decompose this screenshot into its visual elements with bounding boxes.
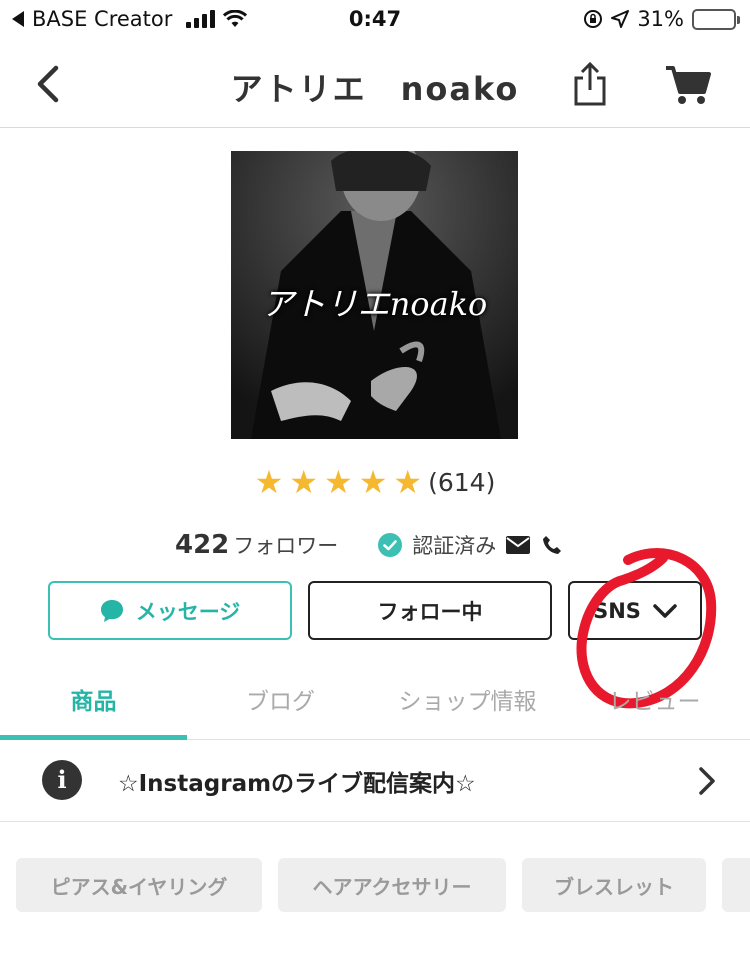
orientation-lock-icon	[584, 10, 603, 28]
rating[interactable]: ★ ★ ★ ★ ★ (614)	[0, 466, 750, 498]
status-bar-right: 31%	[583, 7, 740, 31]
chevron-down-icon	[653, 603, 677, 618]
review-count: (614)	[428, 467, 496, 497]
verified-check-icon	[378, 533, 403, 557]
share-icon[interactable]	[570, 60, 610, 108]
shop-logo-text: アトリエnoako	[261, 285, 488, 323]
mail-icon	[506, 536, 531, 554]
sns-dropdown-button[interactable]: SNS	[568, 581, 702, 640]
star-icon: ★	[393, 463, 423, 501]
star-icon: ★	[358, 463, 388, 501]
verified-label: 認証済み	[412, 534, 497, 558]
notice-text: ☆Instagramのライブ配信案内☆	[118, 771, 476, 797]
cart-icon[interactable]	[664, 64, 712, 106]
message-button[interactable]: メッセージ	[48, 581, 292, 640]
phone-icon	[543, 536, 562, 554]
follower-label: フォロワー	[233, 534, 339, 558]
tab-shop-info[interactable]: ショップ情報	[374, 682, 561, 716]
follow-button[interactable]: フォロー中	[308, 581, 552, 640]
shop-info-row: 422 フォロワー 認証済み	[175, 530, 562, 560]
chevron-right-icon	[699, 767, 715, 795]
location-icon	[611, 10, 630, 28]
star-icon: ★	[254, 463, 284, 501]
category-chip[interactable]: ピアス&イヤリング	[16, 858, 262, 912]
message-button-label: メッセージ	[135, 599, 241, 624]
nav-bar: アトリエ noako	[0, 42, 750, 128]
follower-count: 422	[175, 530, 230, 560]
star-icon: ★	[289, 463, 319, 501]
category-chip-partial[interactable]	[722, 858, 750, 912]
category-chip[interactable]: ブレスレット	[522, 858, 706, 912]
status-bar: BASE Creator 0:47 31%	[0, 0, 750, 40]
page-title: アトリエ noako	[230, 70, 520, 108]
category-chip[interactable]: ヘアアクセサリー	[278, 858, 506, 912]
chat-bubble-icon	[100, 599, 123, 622]
battery-icon	[692, 8, 740, 30]
tab-bar: 商品 ブログ ショップ情報 レビュー	[0, 660, 750, 740]
info-icon: i	[42, 760, 82, 800]
follow-button-label: フォロー中	[377, 599, 483, 624]
tab-products[interactable]: 商品	[0, 682, 187, 716]
battery-percent: 31%	[637, 7, 684, 31]
sns-button-label: SNS	[593, 598, 641, 623]
tab-blog[interactable]: ブログ	[187, 682, 374, 716]
tab-reviews[interactable]: レビュー	[561, 682, 748, 716]
back-arrow-icon[interactable]	[30, 62, 70, 106]
shop-logo-image: アトリエnoako	[231, 151, 518, 439]
notice-row[interactable]: i ☆Instagramのライブ配信案内☆	[0, 740, 750, 822]
star-icon: ★	[324, 463, 353, 501]
